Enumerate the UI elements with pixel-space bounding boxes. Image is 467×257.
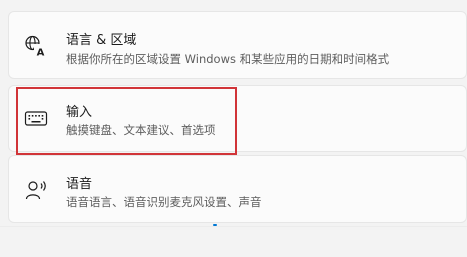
divider: [0, 226, 467, 227]
highlight-annotation-box: [16, 87, 237, 155]
language-icon: A: [24, 34, 48, 59]
item-title: 语音: [66, 177, 93, 192]
speech-icon: [24, 178, 48, 202]
svg-text:A: A: [37, 48, 45, 59]
item-subtitle: 根据你所在的区域设置 Windows 和某些应用的日期和时间格式: [66, 52, 390, 66]
settings-item-speech[interactable]: 语音 语音语言、语音识别麦克风设置、声音: [8, 155, 467, 223]
scroll-indicator: [213, 224, 217, 226]
item-subtitle: 语音语言、语音识别麦克风设置、声音: [66, 195, 262, 209]
item-title: 语言 & 区域: [66, 33, 137, 48]
settings-item-language-region[interactable]: A 语言 & 区域 根据你所在的区域设置 Windows 和某些应用的日期和时间…: [8, 11, 467, 79]
